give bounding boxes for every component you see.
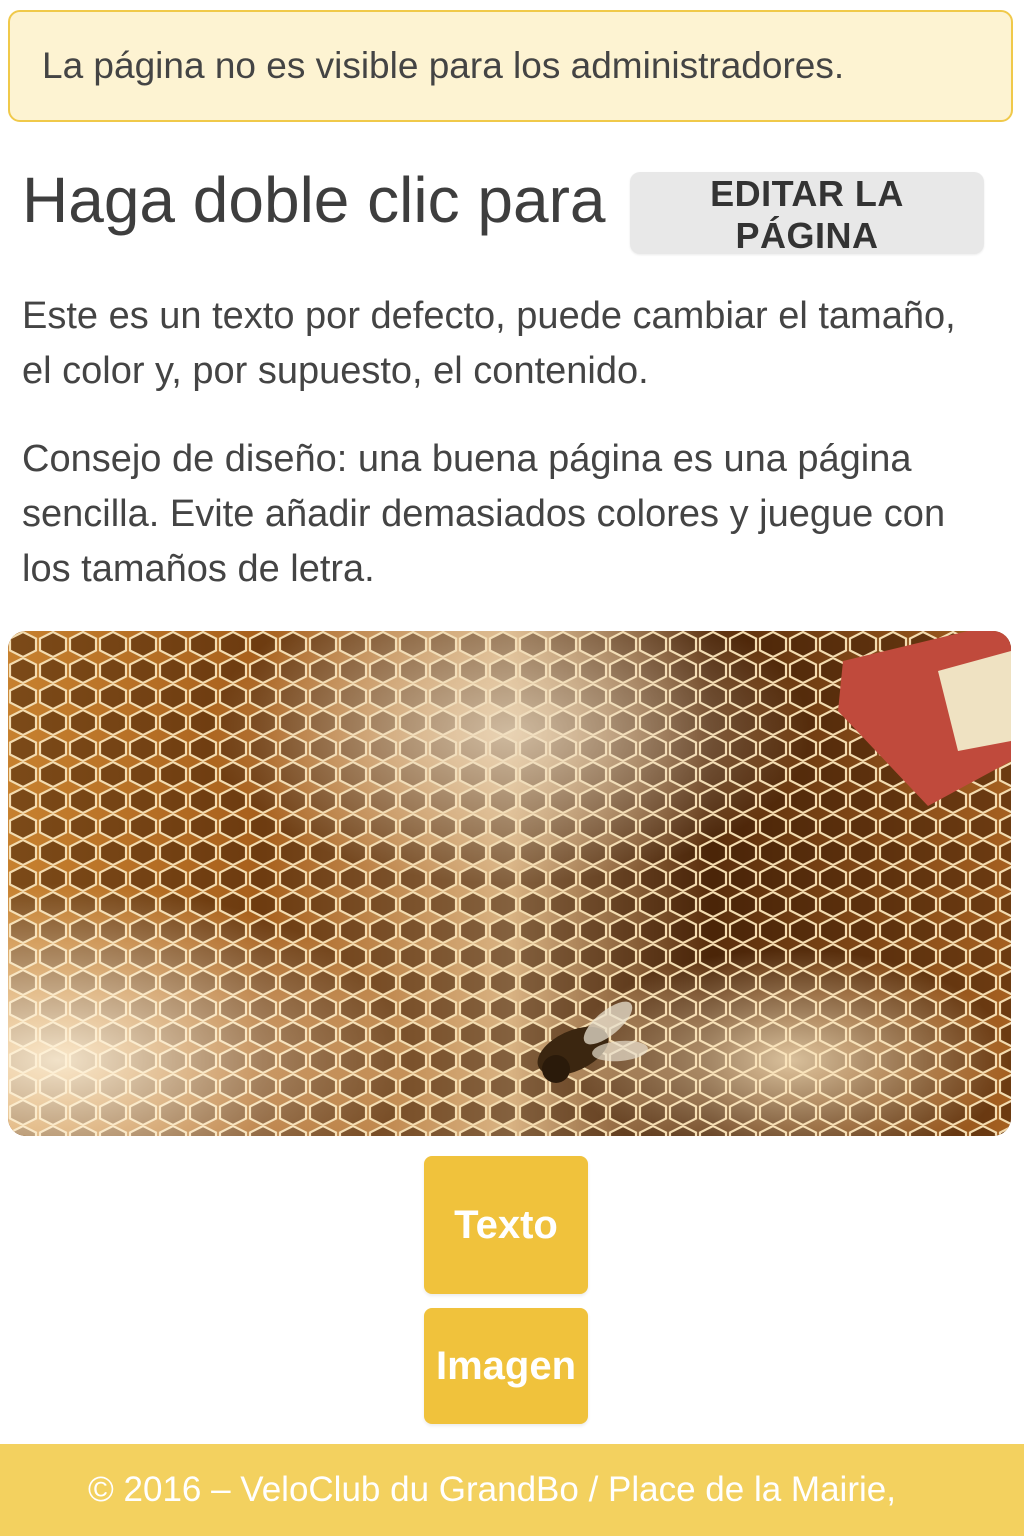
- honeycomb-image[interactable]: [8, 631, 1011, 1136]
- visibility-alert: La página no es visible para los adminis…: [8, 10, 1013, 122]
- add-text-button[interactable]: Texto: [424, 1156, 588, 1294]
- alert-message: La página no es visible para los adminis…: [42, 45, 845, 86]
- title-row: Haga doble clic para editar el título ED…: [0, 150, 1024, 270]
- footer: © 2016 – VeloClub du GrandBo / Place de …: [0, 1444, 1024, 1536]
- footer-text: © 2016 – VeloClub du GrandBo / Place de …: [88, 1470, 896, 1509]
- page-title[interactable]: Haga doble clic para editar el título: [22, 160, 622, 240]
- add-image-button[interactable]: Imagen: [424, 1308, 588, 1424]
- edit-page-button[interactable]: EDITAR LA PÁGINA: [630, 172, 984, 256]
- default-text-paragraph[interactable]: Este es un texto por defecto, puede camb…: [22, 289, 962, 399]
- design-tip-paragraph[interactable]: Consejo de diseño: una buena página es u…: [22, 432, 962, 597]
- honeycomb-illustration: [8, 631, 1011, 1136]
